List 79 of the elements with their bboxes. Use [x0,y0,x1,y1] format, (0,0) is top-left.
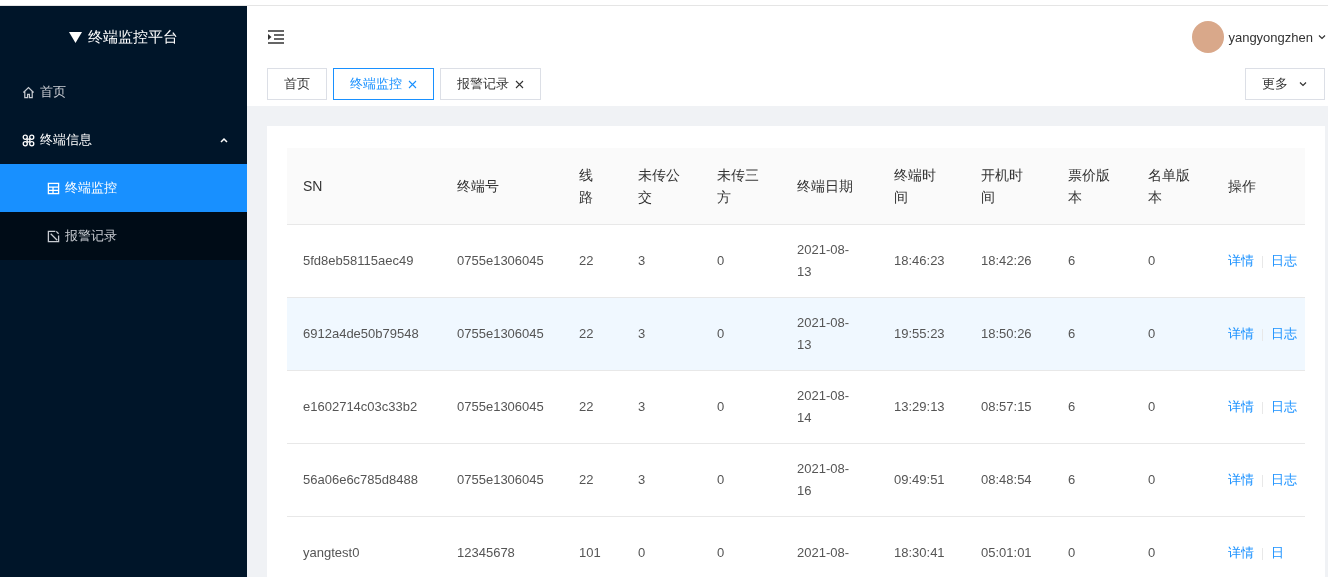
table-cell: 0 [701,516,781,577]
table-cell: 18:46:23 [878,224,965,298]
logo-icon [69,30,82,44]
menu-group[interactable]: 终端信息 [0,116,247,164]
table-cell: 6 [1052,370,1132,444]
table-cell: 22 [563,443,622,517]
table-cell: 3 [622,370,701,444]
column-header: 操作 [1212,148,1305,225]
app-title: 终端监控平台 [88,27,178,47]
tab[interactable]: 报警记录 [440,68,541,100]
table-cell: 0 [622,516,701,577]
caret-icon [1317,32,1327,42]
table-cell: 6 [1052,224,1132,298]
column-header: 未传三方 [701,148,781,225]
table-cell: 18:50:26 [965,297,1052,371]
tab[interactable]: 首页 [267,68,327,100]
table-cell: 3 [622,297,701,371]
table-cell: 0 [1132,370,1212,444]
table-cell: 2021-08-13 [781,297,878,371]
table-cell: 22 [563,224,622,298]
close-icon[interactable] [515,79,524,89]
column-header: 线路 [563,148,622,225]
table-cell: 2021-08-16 [781,443,878,517]
table-cell: 0755e1306045 [441,443,563,517]
table-cell: yangtest0 [287,516,441,577]
table-cell: 6 [1052,297,1132,371]
table-cell: 101 [563,516,622,577]
table-cell: 0755e1306045 [441,224,563,298]
column-header: 未传公交 [622,148,701,225]
table-cell: 22 [563,297,622,371]
table-cell: 3 [622,443,701,517]
menu-fold-icon[interactable] [267,29,285,45]
home-icon [22,85,35,99]
column-header: 终端日期 [781,148,878,225]
table-cell: 05:01:01 [965,516,1052,577]
column-header: 开机时间 [965,148,1052,225]
table-cell: 2021-08- [781,516,878,577]
table-cell: 18:30:41 [878,516,965,577]
table-cell: 18:42:26 [965,224,1052,298]
menu-item[interactable]: 报警记录 [0,212,247,260]
column-header: 终端时间 [878,148,965,225]
table-cell: 0 [701,370,781,444]
table-cell: 0 [701,443,781,517]
table-cell: 19:55:23 [878,297,965,371]
column-header: 名单版本 [1132,148,1212,225]
table-cell: 0 [1132,297,1212,371]
more-dropdown[interactable]: 更多 [1245,68,1325,100]
table-cell: 22 [563,370,622,444]
table-cell: e1602714c03c33b2 [287,370,441,444]
table-cell: 12345678 [441,516,563,577]
column-header: 终端号 [441,148,563,225]
edit-icon [47,229,60,243]
table-icon [47,181,60,195]
table-cell: 5fd8eb58115aec49 [287,224,441,298]
table-cell: 0 [701,297,781,371]
table-cell: 0755e1306045 [441,297,563,371]
table-cell: 0 [1132,443,1212,517]
table-cell: 09:49:51 [878,443,965,517]
table-cell: 0 [1132,224,1212,298]
caret-icon [1298,79,1308,89]
command-icon [22,133,35,147]
table-cell: 08:57:15 [965,370,1052,444]
column-header: SN [287,148,441,225]
table-cell: 6912a4de50b79548 [287,297,441,371]
table-cell: 0 [1132,516,1212,577]
table-cell: 0 [1052,516,1132,577]
table-cell: 6 [1052,443,1132,517]
chevron-icon [219,135,229,145]
table-cell: 08:48:54 [965,443,1052,517]
table-cell: 3 [622,224,701,298]
user-name[interactable]: yangyongzhen [1228,29,1313,45]
menu-item[interactable]: 首页 [0,68,247,116]
table-cell: 0755e1306045 [441,370,563,444]
table-cell: 56a06e6c785d8488 [287,443,441,517]
table-cell: 13:29:13 [878,370,965,444]
column-header: 票价版本 [1052,148,1132,225]
table-cell: 2021-08-13 [781,224,878,298]
table-cell: 2021-08-14 [781,370,878,444]
table-cell: 0 [701,224,781,298]
